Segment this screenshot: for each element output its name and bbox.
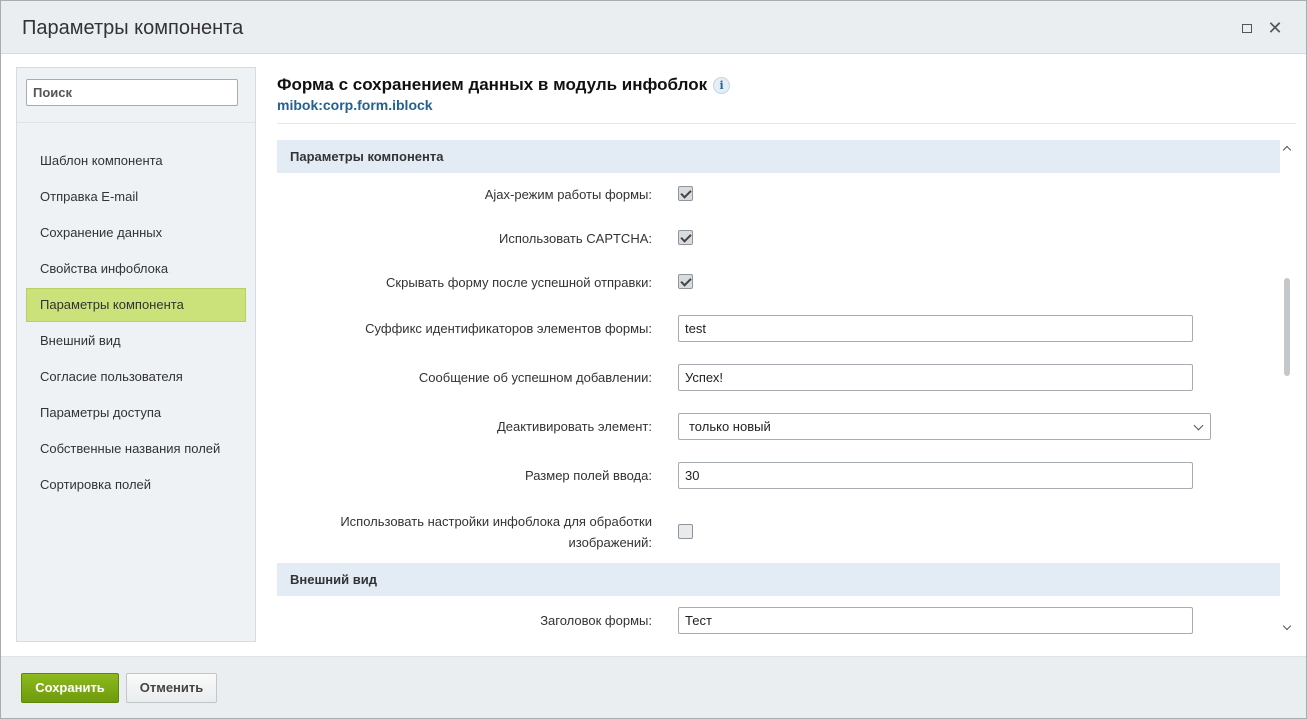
sidebar-item-access[interactable]: Параметры доступа <box>26 396 246 430</box>
info-icon[interactable]: i <box>713 77 731 94</box>
sidebar-item-data-saving[interactable]: Сохранение данных <box>26 216 246 250</box>
field-label: Суффикс идентификаторов элементов формы: <box>365 321 652 336</box>
sidebar-item-iblock-properties[interactable]: Свойства инфоблока <box>26 252 246 286</box>
divider <box>17 122 255 123</box>
sidebar-item-field-sorting[interactable]: Сортировка полей <box>26 468 246 502</box>
sidebar-item-user-consent[interactable]: Согласие пользователя <box>26 360 246 394</box>
search-input[interactable] <box>26 79 238 106</box>
field-label: Сообщение об успешном добавлении: <box>418 370 652 385</box>
field-label-line: изображений: <box>568 535 652 550</box>
field-label: Размер полей ввода: <box>524 468 652 483</box>
maximize-icon[interactable] <box>1238 19 1256 37</box>
scrollbar-thumb[interactable] <box>1284 278 1290 376</box>
chevron-down-icon[interactable] <box>1282 621 1292 633</box>
section-header-component-parameters: Параметры компонента <box>277 140 1280 173</box>
dialog-footer: Сохранить Отменить <box>1 656 1306 718</box>
sidebar-item-template[interactable]: Шаблон компонента <box>26 144 246 178</box>
iblock-image-settings-checkbox[interactable] <box>678 524 693 539</box>
dialog-header[interactable]: Параметры компонента ✕ <box>1 1 1306 54</box>
form-title-input[interactable]: Тест <box>678 607 1193 634</box>
input-size-field[interactable]: 30 <box>678 462 1193 489</box>
field-label: Ajax-режим работы формы: <box>484 187 652 202</box>
field-label: Использовать CAPTCHA: <box>498 231 652 246</box>
field-label: Заголовок формы: <box>540 613 652 628</box>
save-button[interactable]: Сохранить <box>21 673 119 703</box>
select-value: только новый <box>689 419 771 434</box>
deactivate-element-select[interactable]: только новый <box>678 413 1211 440</box>
component-code: mibok:corp.form.iblock <box>277 97 433 113</box>
section-header-appearance: Внешний вид <box>277 563 1280 596</box>
sidebar-item-email[interactable]: Отправка E-mail <box>26 180 246 214</box>
component-title-text: Форма с сохранением данных в модуль инфо… <box>277 75 708 94</box>
divider <box>277 123 1296 124</box>
field-label: Скрывать форму после успешной отправки: <box>386 275 652 290</box>
sidebar-item-component-parameters[interactable]: Параметры компонента <box>26 288 246 322</box>
close-icon[interactable]: ✕ <box>1266 19 1284 37</box>
sidebar-item-appearance[interactable]: Внешний вид <box>26 324 246 358</box>
sidebar: Шаблон компонента Отправка E-mail Сохран… <box>16 67 256 642</box>
sidebar-nav: Шаблон компонента Отправка E-mail Сохран… <box>26 144 246 504</box>
success-message-input[interactable]: Успех! <box>678 364 1193 391</box>
dialog-title: Параметры компонента <box>22 17 244 39</box>
ajax-mode-checkbox[interactable] <box>678 186 693 201</box>
sidebar-item-field-names[interactable]: Собственные названия полей <box>26 432 246 466</box>
field-label: Использовать настройки инфоблока для обр… <box>340 511 652 553</box>
chevron-down-icon <box>1193 420 1204 431</box>
chevron-up-icon[interactable] <box>1282 143 1292 155</box>
cancel-button[interactable]: Отменить <box>126 673 217 703</box>
id-suffix-input[interactable]: test <box>678 315 1193 342</box>
field-label: Деактивировать элемент: <box>496 419 652 434</box>
captcha-checkbox[interactable] <box>678 230 693 245</box>
component-title: Форма с сохранением данных в модуль инфо… <box>277 75 731 95</box>
field-label-line: Использовать настройки инфоблока для обр… <box>340 514 652 529</box>
hide-form-checkbox[interactable] <box>678 274 693 289</box>
component-parameters-dialog: Параметры компонента ✕ Шаблон компонента… <box>0 0 1307 719</box>
